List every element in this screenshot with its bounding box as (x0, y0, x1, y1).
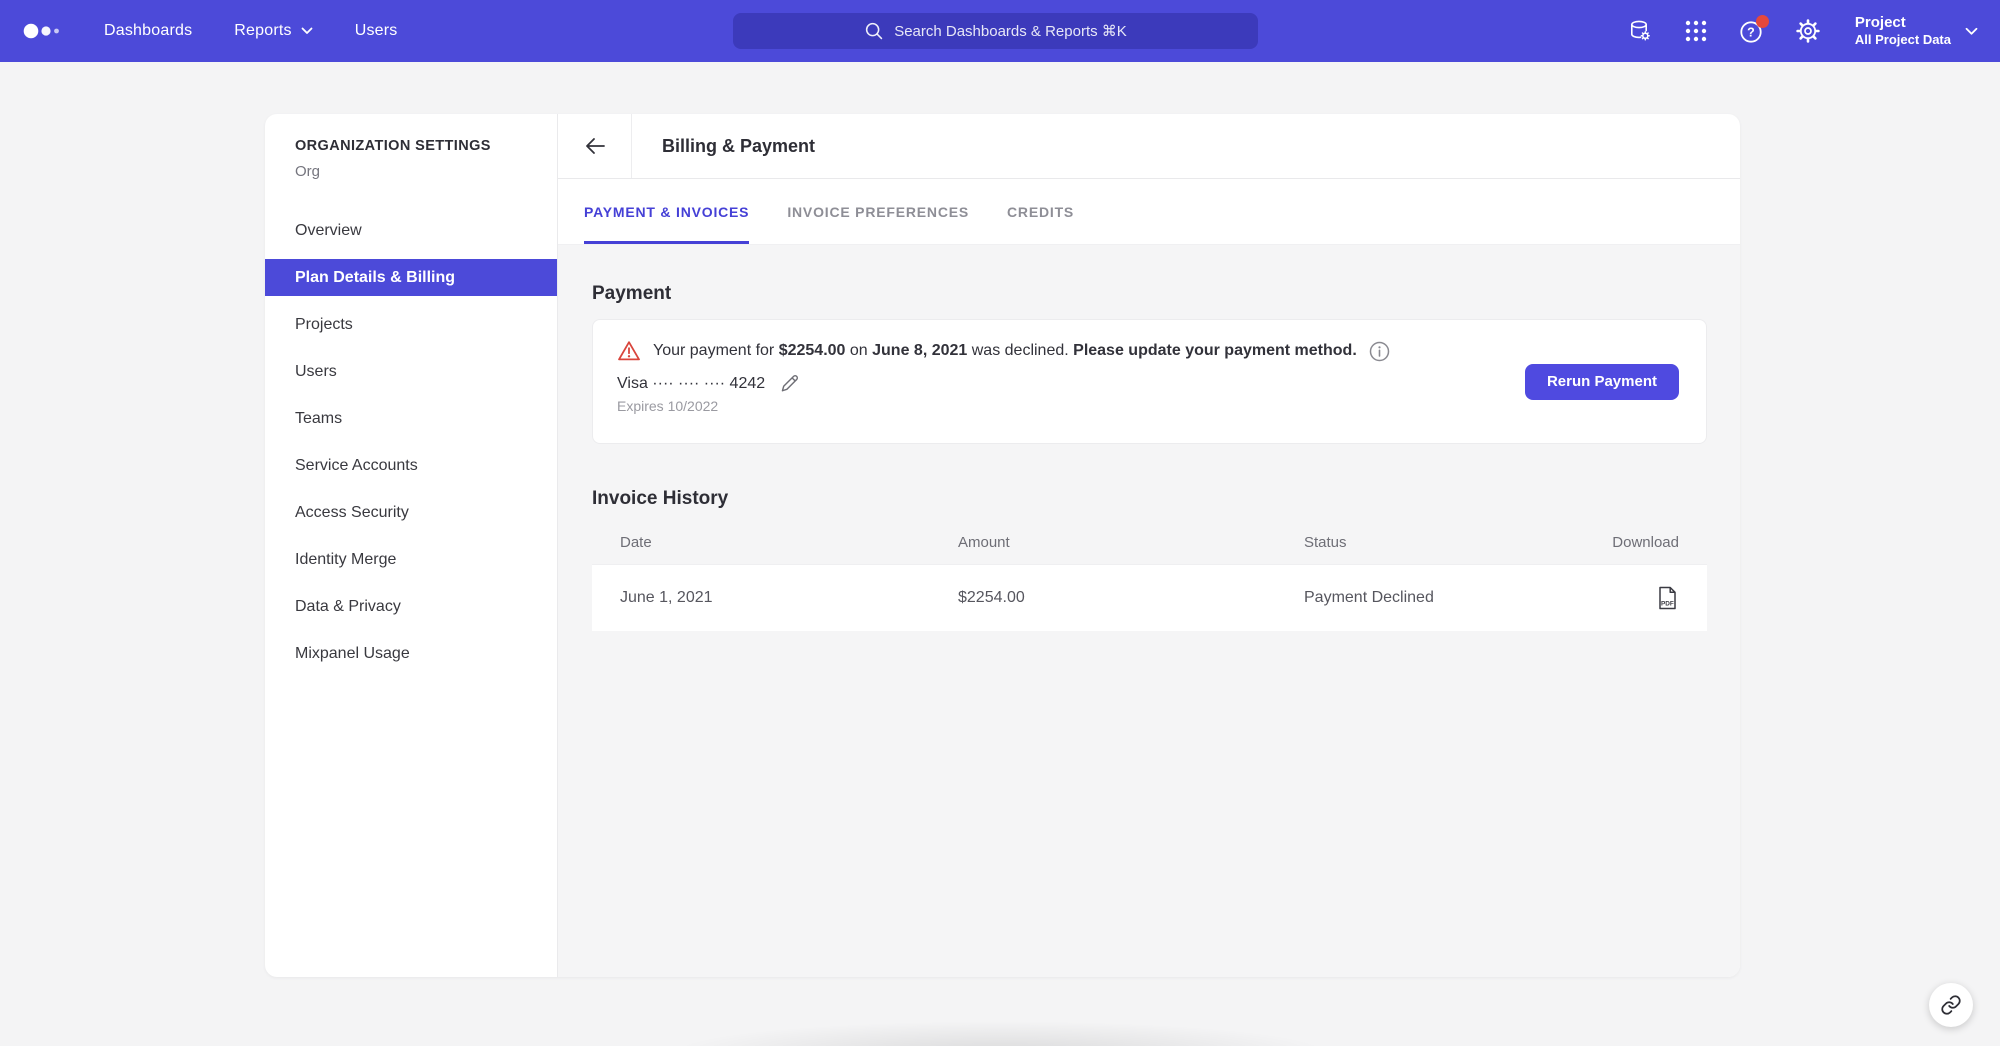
search-icon (864, 21, 884, 41)
org-name: Org (295, 163, 527, 180)
sidebar-section-title: ORGANIZATION SETTINGS (295, 138, 527, 154)
search-input[interactable]: Search Dashboards & Reports ⌘K (733, 13, 1258, 49)
column-header-amount: Amount (958, 534, 1304, 551)
alert-text-part: on (845, 342, 872, 359)
page-title: Billing & Payment (632, 114, 815, 178)
tab-payment-invoices[interactable]: PAYMENT & INVOICES (584, 179, 749, 244)
apps-grid-icon[interactable] (1683, 18, 1709, 44)
card-summary-row: Visa ···· ···· ···· 4242 (617, 373, 1682, 394)
payment-declined-alert: Your payment for $2254.00 on June 8, 202… (617, 340, 1682, 362)
alert-amount: $2254.00 (779, 342, 846, 359)
settings-panel: ORGANIZATION SETTINGS Org Overview Plan … (265, 114, 1740, 977)
rerun-payment-button[interactable]: Rerun Payment (1525, 364, 1679, 400)
warning-triangle-icon (617, 340, 641, 362)
card-summary: Visa ···· ···· ···· 4242 (617, 375, 765, 393)
invoice-table: Date Amount Status Download June 1, 2021… (592, 520, 1707, 631)
invoice-date: June 1, 2021 (620, 589, 958, 607)
sidebar-item-data-privacy[interactable]: Data & Privacy (265, 583, 557, 630)
page-header: Billing & Payment (558, 114, 1740, 179)
tab-content: Payment Your payment for $2254.00 on Jun… (558, 245, 1740, 977)
notification-badge (1756, 15, 1769, 28)
alert-date: June 8, 2021 (872, 342, 967, 359)
tab-invoice-preferences[interactable]: INVOICE PREFERENCES (787, 179, 969, 244)
nav-right: ? Project All Project Data (1627, 0, 1978, 62)
invoice-amount: $2254.00 (958, 589, 1304, 607)
pencil-icon[interactable] (779, 373, 800, 394)
search-placeholder: Search Dashboards & Reports ⌘K (894, 22, 1127, 40)
settings-gear-icon[interactable] (1795, 18, 1821, 44)
sidebar-item-teams[interactable]: Teams (265, 395, 557, 442)
svg-text:PDF: PDF (1661, 600, 1674, 607)
sidebar-item-service-accounts[interactable]: Service Accounts (265, 442, 557, 489)
sidebar-item-plan-details-billing[interactable]: Plan Details & Billing (265, 259, 557, 296)
card-expiry: Expires 10/2022 (617, 398, 1682, 414)
invoice-status: Payment Declined (1304, 589, 1583, 607)
help-icon[interactable]: ? (1739, 18, 1765, 44)
top-navbar: Dashboards Reports Users Search Dashboar… (0, 0, 2000, 62)
project-value: All Project Data (1855, 32, 1951, 48)
nav-item-label: Dashboards (104, 22, 192, 40)
info-icon[interactable] (1369, 341, 1390, 362)
copy-link-button[interactable] (1929, 983, 1973, 1027)
invoice-row: June 1, 2021 $2254.00 Payment Declined P… (592, 564, 1707, 631)
column-header-download: Download (1583, 534, 1679, 551)
mixpanel-logo-icon[interactable] (22, 21, 66, 41)
nav-items: Dashboards Reports Users (104, 22, 398, 40)
link-icon (1940, 994, 1962, 1016)
sidebar-item-mixpanel-usage[interactable]: Mixpanel Usage (265, 630, 557, 677)
chevron-down-icon (1965, 27, 1978, 36)
sidebar-item-users[interactable]: Users (265, 348, 557, 395)
data-management-icon[interactable] (1627, 18, 1653, 44)
nav-item-label: Users (355, 22, 398, 40)
svg-text:?: ? (1748, 25, 1756, 39)
payment-card: Your payment for $2254.00 on June 8, 202… (592, 319, 1707, 444)
column-header-date: Date (620, 534, 958, 551)
alert-message: Your payment for $2254.00 on June 8, 202… (653, 342, 1357, 360)
invoice-table-header: Date Amount Status Download (592, 520, 1707, 564)
alert-text-part: Your payment for (653, 342, 779, 359)
back-button[interactable] (558, 114, 632, 178)
project-label: Project (1855, 14, 1951, 33)
nav-item-label: Reports (234, 22, 291, 40)
invoice-history-title: Invoice History (592, 488, 1707, 510)
column-header-status: Status (1304, 534, 1583, 551)
project-selector[interactable]: Project All Project Data (1855, 14, 1978, 49)
nav-item-dashboards[interactable]: Dashboards (104, 22, 192, 40)
sidebar-item-overview[interactable]: Overview (265, 207, 557, 254)
sidebar-item-access-security[interactable]: Access Security (265, 489, 557, 536)
chevron-down-icon (301, 27, 313, 35)
payment-section-title: Payment (592, 283, 1707, 305)
alert-emphasis: Please update your payment method. (1073, 342, 1357, 359)
tabs: PAYMENT & INVOICES INVOICE PREFERENCES C… (558, 179, 1740, 245)
scroll-shadow (560, 1002, 1440, 1046)
sidebar-items: Overview Plan Details & Billing Projects… (265, 207, 557, 677)
sidebar-item-identity-merge[interactable]: Identity Merge (265, 536, 557, 583)
org-settings-sidebar: ORGANIZATION SETTINGS Org Overview Plan … (265, 114, 558, 977)
alert-text-part: was declined. (967, 342, 1073, 359)
pdf-file-icon[interactable]: PDF (1655, 585, 1679, 611)
nav-item-users[interactable]: Users (355, 22, 398, 40)
nav-item-reports[interactable]: Reports (234, 22, 312, 40)
main-panel: Billing & Payment PAYMENT & INVOICES INV… (558, 114, 1740, 977)
tab-credits[interactable]: CREDITS (1007, 179, 1074, 244)
sidebar-item-projects[interactable]: Projects (265, 301, 557, 348)
arrow-left-icon (584, 137, 606, 155)
